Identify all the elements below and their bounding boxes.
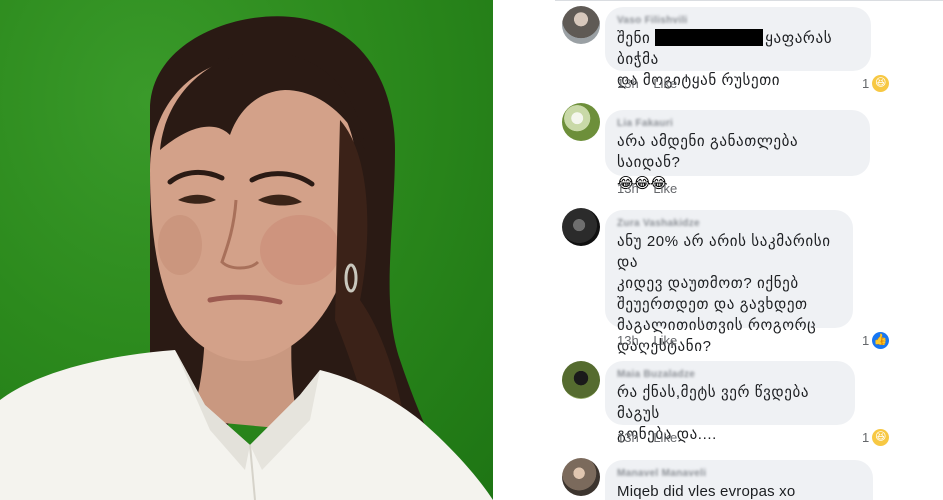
comment-author[interactable]: Vaso Filishvili: [617, 14, 859, 28]
like-link[interactable]: Like: [653, 181, 677, 196]
comment-author[interactable]: Lia Fakauri: [617, 117, 858, 131]
portrait-photo: [0, 0, 493, 500]
comment-meta: 13h Like: [617, 181, 677, 196]
reaction-summary[interactable]: 1 👍: [862, 331, 890, 349]
comment-bubble: Zura Vashakidze ანუ 20% არ არის საკმარის…: [605, 210, 853, 355]
like-icon: 👍: [872, 331, 890, 349]
avatar[interactable]: [562, 458, 600, 496]
comment-author[interactable]: Zura Vashakidze: [617, 217, 841, 231]
reaction-count: 1: [862, 332, 870, 348]
comment-text: Miqeb did vles evropas xo undebxart: [617, 483, 796, 500]
haha-icon: 😆: [872, 428, 890, 446]
avatar[interactable]: [562, 6, 600, 44]
comment-bubble: Vaso Filishvili შენი ყაფარას ბიჭმა და მო…: [605, 7, 871, 89]
like-link[interactable]: Like: [653, 333, 677, 348]
comment-text-start: შენი: [617, 30, 656, 47]
comment-bubble: Lia Fakauri არა ამდენი განათლება საიდან?…: [605, 110, 870, 192]
redaction-bar: [655, 29, 764, 46]
comment-author[interactable]: Manavel Manaveli: [617, 467, 861, 481]
reaction-count: 1: [862, 429, 870, 445]
comment-text: არა ამდენი განათლება საიდან?: [617, 133, 799, 171]
comment-meta: 13h Like: [617, 430, 677, 445]
like-link[interactable]: Like: [653, 76, 677, 91]
comments-panel: Vaso Filishvili შენი ყაფარას ბიჭმა და მო…: [500, 0, 943, 500]
comment-time[interactable]: 13h: [617, 430, 639, 445]
comment-bubble: Manavel Manaveli Miqeb did vles evropas …: [605, 460, 873, 500]
comment-bubble: Maia Buzaladze რა ქნას,მეტს ვერ წვდება მ…: [605, 361, 855, 443]
comment-author[interactable]: Maia Buzaladze: [617, 368, 843, 382]
woman-portrait-illustration: [0, 16, 493, 500]
divider: [555, 0, 943, 1]
comment-meta: 13h Like: [617, 333, 677, 348]
comment-time[interactable]: 13h: [617, 333, 639, 348]
comment-time[interactable]: 13h: [617, 181, 639, 196]
like-link[interactable]: Like: [653, 430, 677, 445]
avatar[interactable]: [562, 361, 600, 399]
haha-icon: 😆: [872, 74, 890, 92]
avatar[interactable]: [562, 103, 600, 141]
reaction-count: 1: [862, 75, 870, 91]
reaction-summary[interactable]: 1 😆: [862, 74, 890, 92]
comment-time[interactable]: 13h: [617, 76, 639, 91]
comment-meta: 13h Like: [617, 76, 677, 91]
reaction-summary[interactable]: 1 😆: [862, 428, 890, 446]
avatar[interactable]: [562, 208, 600, 246]
